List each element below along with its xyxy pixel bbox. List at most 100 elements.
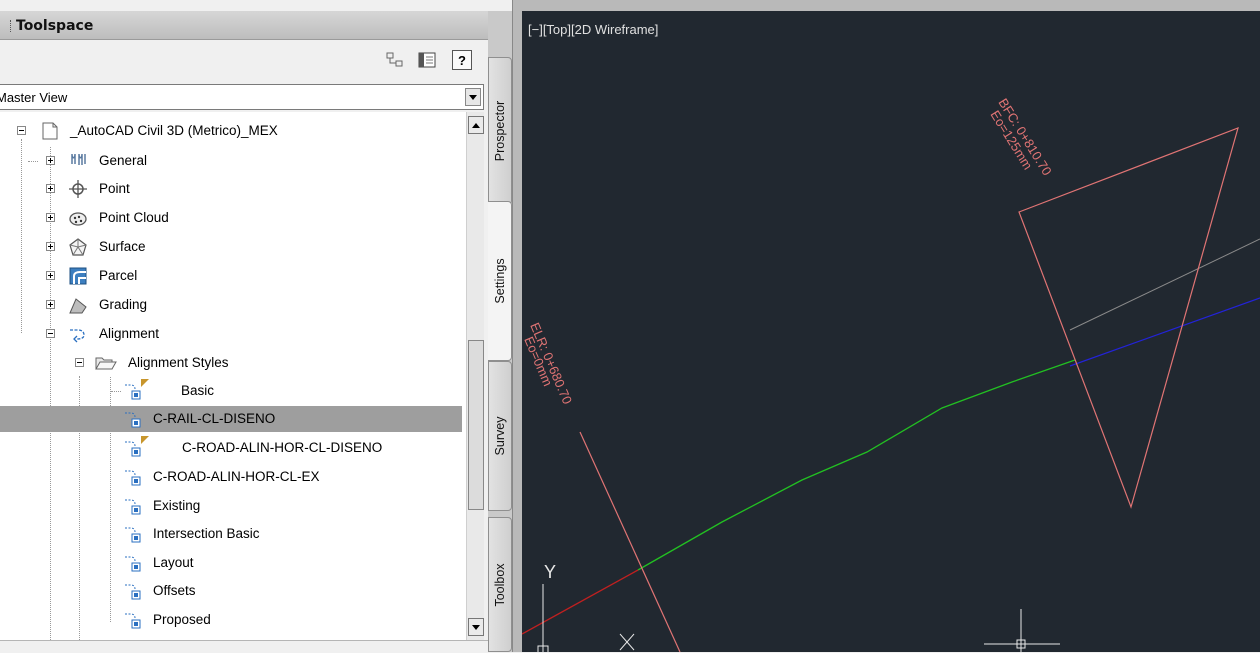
tree-scrollbar[interactable]: [466, 112, 484, 640]
alignment-style-icon: [122, 553, 142, 573]
style-label: Existing: [153, 498, 201, 513]
style-label: C-RAIL-CL-DISENO: [153, 411, 276, 426]
expand-icon[interactable]: [46, 213, 55, 222]
tree-root[interactable]: _AutoCAD Civil 3D (Metrico)_MEX: [0, 118, 462, 144]
drawing-canvas: BFC: 0+810.70 Eo=125mm ELR: 0+680.70 Eo=…: [522, 96, 1260, 652]
toolspace-toolbar: ?: [0, 40, 488, 80]
alignment-style-icon: [122, 467, 142, 487]
alignment-red: [522, 569, 639, 635]
style-label: C-ROAD-ALIN-HOR-CL-EX: [153, 469, 320, 484]
surface-icon: [68, 237, 88, 257]
style-item[interactable]: Intersection Basic: [0, 521, 462, 547]
alignment-style-icon: [122, 409, 142, 429]
tab-label: Settings: [492, 258, 507, 304]
expand-icon[interactable]: [46, 271, 55, 280]
scroll-up-icon[interactable]: [468, 116, 484, 134]
alignment-style-icon: [122, 438, 142, 458]
expand-icon[interactable]: [46, 242, 55, 251]
alignment-style-icon: [122, 610, 142, 630]
toolspace-title: Toolspace: [16, 18, 94, 34]
elr-marker: [579, 431, 681, 652]
grading-icon: [68, 295, 88, 315]
parcel-icon: [68, 266, 88, 286]
tree-item-surface[interactable]: Surface: [0, 234, 462, 260]
drawing-viewport[interactable]: [−][Top][2D Wireframe] BFC: 0+810.70 Eo=…: [522, 0, 1260, 652]
style-label: Basic: [181, 383, 215, 398]
panel-divider[interactable]: [512, 0, 522, 652]
tab-label: Toolbox: [493, 562, 507, 607]
override-flag-icon: [140, 435, 160, 455]
tree-root-label: _AutoCAD Civil 3D (Metrico)_MEX: [70, 123, 278, 138]
item-view-icon[interactable]: [384, 50, 406, 70]
alignment-blue: [1069, 297, 1260, 367]
grip-icon[interactable]: [10, 20, 13, 32]
tab-prospector[interactable]: Prospector: [488, 57, 512, 205]
style-item[interactable]: Basic: [0, 378, 462, 404]
tree-item-label: Surface: [99, 239, 146, 254]
tree-item-general[interactable]: General: [0, 148, 462, 174]
panel-icon[interactable]: [416, 50, 438, 70]
style-item[interactable]: C-ROAD-ALIN-HOR-CL-DISENO: [0, 435, 462, 461]
style-item-selected[interactable]: C-RAIL-CL-DISENO: [0, 406, 462, 432]
expand-icon[interactable]: [46, 184, 55, 193]
tab-toolbox[interactable]: Toolbox: [488, 517, 512, 652]
style-item[interactable]: Proposed: [0, 607, 462, 633]
tab-label: Prospector: [493, 100, 507, 162]
alignment-gray: [1069, 238, 1260, 331]
scroll-down-icon[interactable]: [468, 618, 484, 636]
collapse-icon[interactable]: [17, 126, 26, 135]
tree-connector: [111, 391, 121, 392]
view-select-value: Master View: [0, 90, 68, 105]
point-icon: [68, 179, 88, 199]
folder-open-icon: [95, 353, 117, 373]
collapse-icon[interactable]: [46, 329, 55, 338]
tree-item-label: Alignment Styles: [128, 355, 229, 370]
tree-item-point-cloud[interactable]: Point Cloud: [0, 205, 462, 231]
tree-item-alignment-styles[interactable]: Alignment Styles: [0, 350, 462, 376]
override-flag-icon: [140, 378, 160, 398]
tree-item-label: Point Cloud: [99, 210, 169, 225]
tree-item-parcel[interactable]: Parcel: [0, 263, 462, 289]
toolspace-titlebar[interactable]: Toolspace: [0, 11, 488, 40]
tree-item-alignment[interactable]: Alignment: [0, 321, 462, 347]
scroll-thumb[interactable]: [468, 340, 484, 510]
expand-icon[interactable]: [46, 156, 55, 165]
tree-footer: [0, 640, 488, 653]
crosshair-cursor: [984, 609, 1060, 652]
style-label: Layout: [153, 555, 194, 570]
tree-item-grading[interactable]: Grading: [0, 292, 462, 318]
tree-item-label: Grading: [99, 297, 148, 312]
ucs-y-label: Y: [544, 562, 556, 582]
toolspace-panel: Toolspace ? Master View _AutoCAD Civil 3…: [0, 0, 488, 653]
alignment-style-icon: [122, 381, 142, 401]
toolspace-tabs: Prospector Settings Survey Toolbox: [488, 11, 512, 652]
tree-item-label: General: [99, 153, 148, 168]
alignment-green: [637, 359, 1076, 571]
style-item[interactable]: Offsets: [0, 578, 462, 604]
chevron-down-icon[interactable]: [465, 88, 481, 106]
view-select[interactable]: Master View: [0, 84, 484, 110]
help-icon[interactable]: ?: [452, 50, 472, 70]
style-label: C-ROAD-ALIN-HOR-CL-DISENO: [182, 440, 383, 455]
style-label: Proposed: [153, 612, 211, 627]
drawing-icon: [40, 121, 60, 141]
tab-label: Survey: [493, 416, 507, 456]
style-item[interactable]: C-ROAD-ALIN-HOR-CL-EX: [0, 464, 462, 490]
tab-survey[interactable]: Survey: [488, 361, 512, 511]
alignment-style-icon: [122, 581, 142, 601]
settings-tree: _AutoCAD Civil 3D (Metrico)_MEX General …: [0, 112, 466, 640]
style-item[interactable]: Existing: [0, 493, 462, 519]
tree-item-label: Point: [99, 181, 130, 196]
help-label: ?: [458, 52, 466, 68]
ucs-icon: Y: [537, 562, 635, 652]
tree-item-point[interactable]: Point: [0, 176, 462, 202]
collapse-icon[interactable]: [75, 358, 84, 367]
tab-settings[interactable]: Settings: [488, 201, 512, 361]
style-item[interactable]: Layout: [0, 550, 462, 576]
alignment-style-icon: [122, 524, 142, 544]
tree-item-label: Parcel: [99, 268, 138, 283]
style-label: Offsets: [153, 583, 196, 598]
tree-item-label: Alignment: [99, 326, 160, 341]
point-cloud-icon: [68, 208, 88, 228]
expand-icon[interactable]: [46, 300, 55, 309]
